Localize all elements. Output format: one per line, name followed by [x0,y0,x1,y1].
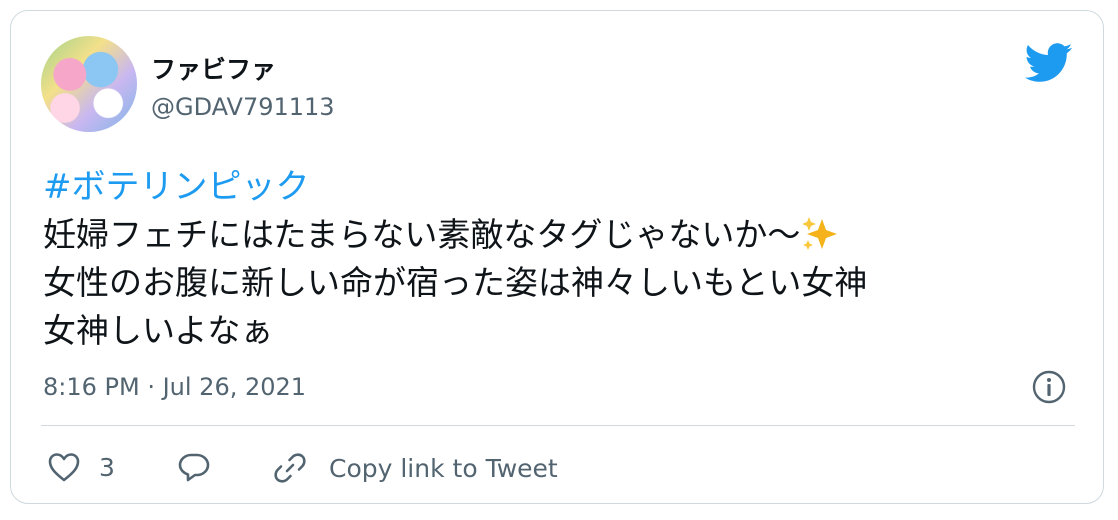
tweet-card[interactable]: ファビファ @GDAV791113 #ボテリンピック 妊婦フェチにはたまらない素… [10,10,1104,504]
like-count: 3 [99,452,115,482]
author-display-name[interactable]: ファビファ [151,50,276,86]
divider [41,425,1075,426]
like-button[interactable]: 3 [47,451,115,483]
tweet-text-line-3: 女神しいよなぁ [43,311,274,350]
heart-icon[interactable] [47,451,81,483]
avatar[interactable] [41,36,137,132]
link-icon[interactable] [273,451,307,485]
hashtag-link[interactable]: #ボテリンピック [43,159,310,208]
info-icon[interactable] [1031,369,1067,405]
reply-bubble-icon[interactable] [177,451,211,483]
reply-button[interactable] [177,451,211,483]
tweet-text: 妊婦フェチにはたまらない素敵なタグじゃないか〜 女性のお腹に新しい命が宿った姿は… [43,211,1083,355]
tweet-text-line-1: 妊婦フェチにはたまらない素敵なタグじゃないか〜 [43,215,801,254]
author-handle[interactable]: @GDAV791113 [151,93,335,121]
sparkles-icon [802,217,838,250]
tweet-text-line-2: 女性のお腹に新しい命が宿った姿は神々しいもとい女神 [43,263,868,302]
copy-link-button[interactable]: Copy link to Tweet [273,451,558,485]
copy-link-label[interactable]: Copy link to Tweet [329,454,558,483]
twitter-bird-icon[interactable] [1025,43,1073,83]
tweet-timestamp[interactable]: 8:16 PM · Jul 26, 2021 [43,373,306,401]
